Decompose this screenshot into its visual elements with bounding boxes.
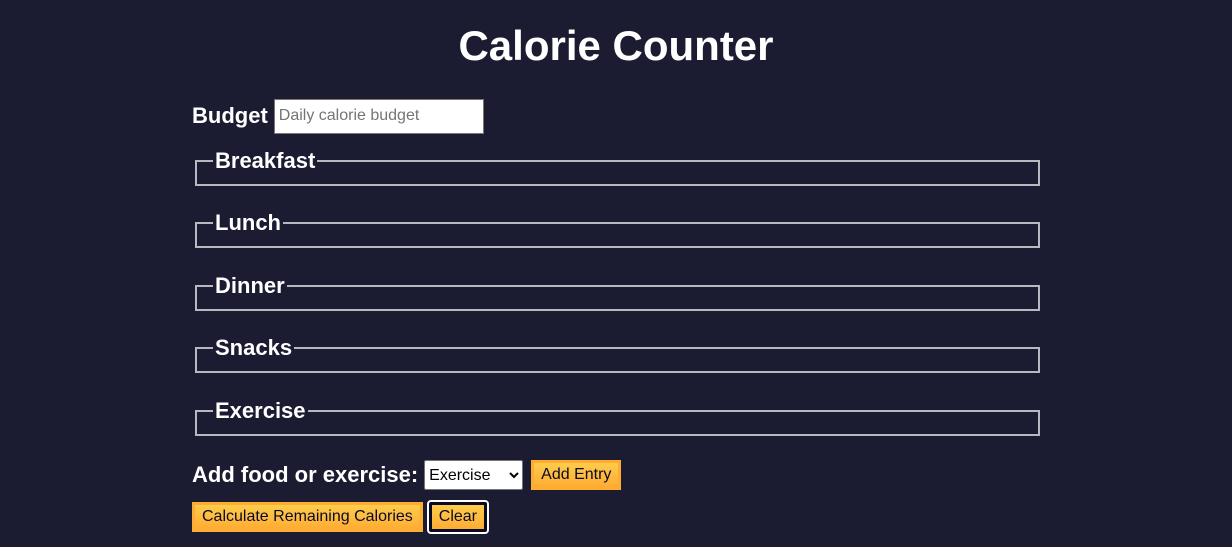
snacks-fieldset: Snacks	[195, 335, 1040, 373]
add-entry-button[interactable]: Add Entry	[531, 460, 622, 490]
dinner-legend: Dinner	[215, 273, 285, 298]
lunch-legend: Lunch	[215, 210, 281, 235]
add-entry-row: Add food or exercise: Exercise Add Entry	[192, 459, 622, 491]
breakfast-fieldset: Breakfast	[195, 148, 1040, 186]
breakfast-legend: Breakfast	[215, 148, 316, 173]
action-buttons-row: Calculate Remaining Calories Clear	[192, 500, 490, 534]
lunch-fieldset: Lunch	[195, 210, 1040, 248]
dinner-fieldset: Dinner	[195, 273, 1040, 311]
entry-type-dropdown[interactable]: Exercise	[424, 460, 524, 490]
clear-button[interactable]: Clear	[426, 500, 490, 534]
budget-input[interactable]	[273, 98, 484, 134]
page-title: Calorie Counter	[458, 22, 774, 69]
snacks-legend: Snacks	[215, 335, 293, 360]
calorie-counter-page: Calorie Counter Budget Breakfast Lunch D…	[0, 0, 1232, 547]
exercise-fieldset: Exercise	[195, 398, 1040, 436]
budget-row: Budget	[192, 98, 484, 134]
exercise-legend: Exercise	[215, 398, 306, 423]
budget-label: Budget	[192, 103, 268, 128]
calculate-remaining-calories-button[interactable]: Calculate Remaining Calories	[192, 502, 423, 532]
add-entry-label: Add food or exercise:	[192, 462, 419, 487]
